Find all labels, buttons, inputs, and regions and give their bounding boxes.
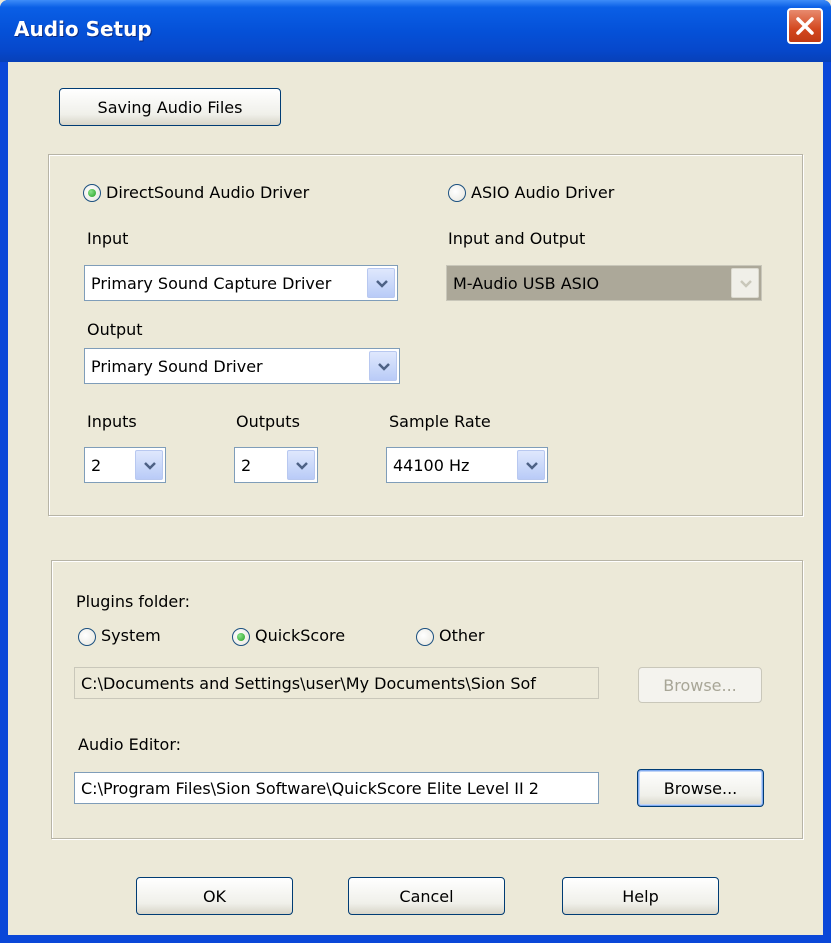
input-combo-dropdown[interactable] [367, 268, 395, 298]
audio-editor-label: Audio Editor: [78, 735, 182, 754]
asio-label: ASIO Audio Driver [471, 183, 615, 202]
plugins-path-field [74, 667, 599, 699]
saving-audio-files-button[interactable]: Saving Audio Files [59, 88, 281, 126]
sample-rate-combo-dropdown[interactable] [517, 450, 545, 480]
sample-rate-combo-value: 44100 Hz [393, 456, 470, 475]
output-combo-value: Primary Sound Driver [91, 357, 263, 376]
plugins-system-label: System [101, 626, 161, 645]
chevron-down-icon [740, 280, 752, 288]
input-combo-value: Primary Sound Capture Driver [91, 274, 332, 293]
help-label: Help [622, 886, 659, 906]
chevron-down-icon [526, 462, 538, 470]
outputs-combo[interactable]: 2 [234, 447, 318, 483]
chevron-down-icon [296, 462, 308, 470]
chevron-down-icon [378, 363, 390, 371]
sample-rate-label: Sample Rate [389, 412, 491, 431]
output-combo-dropdown[interactable] [369, 351, 397, 381]
asio-io-combo-value: M-Audio USB ASIO [453, 274, 600, 293]
chevron-down-icon [376, 280, 388, 288]
plugins-quickscore-radio[interactable] [232, 628, 250, 646]
close-button[interactable] [787, 8, 823, 44]
directsound-radio[interactable] [83, 184, 101, 202]
inputs-combo-dropdown[interactable] [135, 450, 163, 480]
ok-button[interactable]: OK [136, 877, 293, 915]
inputs-combo[interactable]: 2 [84, 447, 166, 483]
input-combo[interactable]: Primary Sound Capture Driver [84, 265, 398, 301]
saving-audio-files-label: Saving Audio Files [97, 97, 243, 117]
asio-io-label: Input and Output [448, 229, 586, 248]
plugins-browse-button: Browse... [638, 667, 762, 703]
audio-editor-browse-label: Browse... [663, 778, 738, 798]
audio-editor-path-input[interactable] [75, 773, 598, 803]
inputs-label: Inputs [87, 412, 137, 431]
plugins-other-radio[interactable] [416, 628, 434, 646]
plugins-path-input [75, 668, 598, 698]
output-label: Output [87, 320, 143, 339]
title-bar[interactable]: Audio Setup [0, 0, 831, 62]
cancel-button[interactable]: Cancel [348, 877, 505, 915]
plugins-other-label: Other [439, 626, 485, 645]
directsound-label: DirectSound Audio Driver [106, 183, 310, 202]
plugins-browse-label: Browse... [663, 675, 737, 695]
asio-io-combo-dropdown [731, 268, 759, 298]
ok-label: OK [202, 886, 227, 906]
help-button[interactable]: Help [562, 877, 719, 915]
plugins-folder-label: Plugins folder: [76, 592, 190, 611]
asio-io-combo: M-Audio USB ASIO [446, 265, 762, 301]
outputs-combo-dropdown[interactable] [287, 450, 315, 480]
window-title: Audio Setup [14, 17, 152, 41]
cancel-label: Cancel [399, 886, 454, 906]
inputs-combo-value: 2 [91, 456, 102, 475]
chevron-down-icon [144, 462, 156, 470]
audio-setup-window: Audio Setup Saving Audio Files DirectSou… [0, 0, 831, 943]
sample-rate-combo[interactable]: 44100 Hz [386, 447, 548, 483]
outputs-label: Outputs [236, 412, 300, 431]
audio-editor-browse-button[interactable]: Browse... [637, 769, 764, 807]
outputs-combo-value: 2 [241, 456, 252, 475]
plugins-quickscore-label: QuickScore [255, 626, 346, 645]
close-icon [796, 17, 814, 35]
output-combo[interactable]: Primary Sound Driver [84, 348, 400, 384]
plugins-system-radio[interactable] [78, 628, 96, 646]
dialog-body: Saving Audio Files DirectSound Audio Dri… [8, 62, 823, 935]
input-label: Input [87, 229, 129, 248]
audio-editor-path-field[interactable] [74, 772, 599, 804]
asio-radio[interactable] [448, 184, 466, 202]
